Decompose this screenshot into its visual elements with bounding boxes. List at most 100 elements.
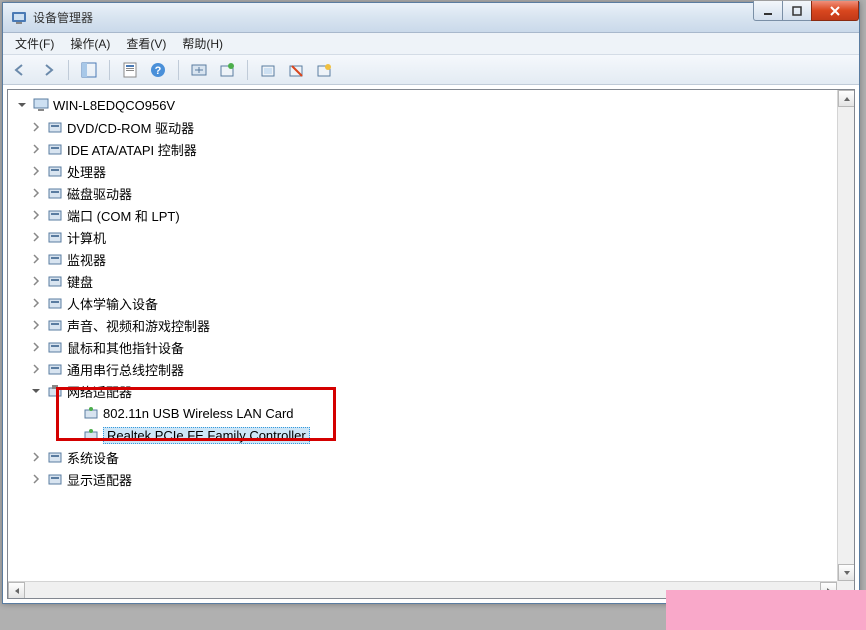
scan-hardware-button[interactable] <box>188 59 210 81</box>
expand-icon[interactable] <box>30 297 42 309</box>
category-label: 监视器 <box>67 250 106 269</box>
titlebar: 设备管理器 <box>3 3 859 33</box>
expand-icon[interactable] <box>30 341 42 353</box>
watermark-patch <box>666 590 866 630</box>
device-category-icon <box>47 317 63 333</box>
device-manager-window: 设备管理器 文件(F) 操作(A) 查看(V) 帮助(H) ? <box>2 2 860 604</box>
expand-icon[interactable] <box>30 209 42 221</box>
show-hide-tree-button[interactable] <box>78 59 100 81</box>
toolbar-separator <box>109 60 110 80</box>
device-category-icon <box>47 141 63 157</box>
tree-category-network[interactable]: 网络适配器 <box>30 380 854 402</box>
tree-category[interactable]: 监视器 <box>30 248 854 270</box>
toolbar-separator <box>68 60 69 80</box>
uninstall-button[interactable] <box>257 59 279 81</box>
tree-device-selected[interactable]: Realtek PCIe FE Family Controller <box>66 424 854 446</box>
computer-icon <box>33 97 49 113</box>
menu-action[interactable]: 操作(A) <box>62 33 118 54</box>
category-label: 端口 (COM 和 LPT) <box>67 206 180 225</box>
disable-button[interactable] <box>285 59 307 81</box>
app-icon <box>11 10 27 26</box>
toolbar-separator <box>247 60 248 80</box>
collapse-icon[interactable] <box>16 99 28 111</box>
tree-category[interactable]: IDE ATA/ATAPI 控制器 <box>30 138 854 160</box>
menubar: 文件(F) 操作(A) 查看(V) 帮助(H) <box>3 33 859 55</box>
tree-device[interactable]: 802.11n USB Wireless LAN Card <box>66 402 854 424</box>
device-category-icon <box>47 339 63 355</box>
expand-icon[interactable] <box>30 165 42 177</box>
scroll-up-button[interactable] <box>838 90 855 107</box>
maximize-button[interactable] <box>782 1 812 21</box>
tree-category[interactable]: 显示适配器 <box>30 468 854 490</box>
category-label: 键盘 <box>67 272 93 291</box>
category-label: 计算机 <box>67 228 106 247</box>
menu-help[interactable]: 帮助(H) <box>174 33 231 54</box>
tree-category[interactable]: DVD/CD-ROM 驱动器 <box>30 116 854 138</box>
device-label: 802.11n USB Wireless LAN Card <box>103 406 294 421</box>
category-label: DVD/CD-ROM 驱动器 <box>67 118 194 137</box>
expand-icon[interactable] <box>30 275 42 287</box>
tree-category[interactable]: 计算机 <box>30 226 854 248</box>
tree-category[interactable]: 声音、视频和游戏控制器 <box>30 314 854 336</box>
category-label: 网络适配器 <box>67 382 132 401</box>
network-adapter-icon <box>83 427 99 443</box>
back-button[interactable] <box>9 59 31 81</box>
tree-category[interactable]: 鼠标和其他指针设备 <box>30 336 854 358</box>
svg-text:?: ? <box>155 65 162 77</box>
device-category-icon <box>47 295 63 311</box>
menu-file[interactable]: 文件(F) <box>7 33 62 54</box>
device-category-icon <box>47 207 63 223</box>
tree-category[interactable]: 磁盘驱动器 <box>30 182 854 204</box>
spacer-icon <box>66 407 78 419</box>
device-category-icon <box>47 361 63 377</box>
expand-icon[interactable] <box>30 231 42 243</box>
tree-category[interactable]: 键盘 <box>30 270 854 292</box>
category-label: 显示适配器 <box>67 470 132 489</box>
close-button[interactable] <box>811 1 859 21</box>
expand-icon[interactable] <box>30 363 42 375</box>
network-adapter-icon <box>83 405 99 421</box>
vertical-scrollbar[interactable] <box>837 90 854 581</box>
scroll-down-button[interactable] <box>838 564 855 581</box>
toolbar-separator <box>178 60 179 80</box>
expand-icon[interactable] <box>30 473 42 485</box>
category-label: 声音、视频和游戏控制器 <box>67 316 210 335</box>
expand-icon[interactable] <box>30 319 42 331</box>
tree-category[interactable]: 通用串行总线控制器 <box>30 358 854 380</box>
device-tree[interactable]: WIN-L8EDQCO956V DVD/CD-ROM 驱动器 IDE ATA/AT… <box>8 90 854 494</box>
tree-category[interactable]: 系统设备 <box>30 446 854 468</box>
scroll-left-button[interactable] <box>8 582 25 599</box>
device-category-icon <box>47 273 63 289</box>
device-category-icon <box>47 119 63 135</box>
expand-icon[interactable] <box>30 451 42 463</box>
help-button[interactable]: ? <box>147 59 169 81</box>
minimize-button[interactable] <box>753 1 783 21</box>
update-driver-button[interactable] <box>216 59 238 81</box>
device-category-icon <box>47 163 63 179</box>
category-label: 鼠标和其他指针设备 <box>67 338 184 357</box>
tree-category[interactable]: 端口 (COM 和 LPT) <box>30 204 854 226</box>
properties-button[interactable] <box>119 59 141 81</box>
menu-view[interactable]: 查看(V) <box>118 33 174 54</box>
network-children: 802.11n USB Wireless LAN Card Realtek PC… <box>66 402 854 446</box>
tree-root[interactable]: WIN-L8EDQCO956V <box>16 94 854 116</box>
category-label: 通用串行总线控制器 <box>67 360 184 379</box>
category-label: IDE ATA/ATAPI 控制器 <box>67 140 197 159</box>
expand-icon[interactable] <box>30 121 42 133</box>
category-label: 处理器 <box>67 162 106 181</box>
category-label: 磁盘驱动器 <box>67 184 132 203</box>
expand-icon[interactable] <box>30 253 42 265</box>
expand-icon[interactable] <box>30 187 42 199</box>
tree-category[interactable]: 人体学输入设备 <box>30 292 854 314</box>
device-category-icon <box>47 185 63 201</box>
forward-button[interactable] <box>37 59 59 81</box>
device-tree-panel: WIN-L8EDQCO956V DVD/CD-ROM 驱动器 IDE ATA/AT… <box>7 89 855 599</box>
expand-icon[interactable] <box>30 143 42 155</box>
window-controls <box>754 1 859 21</box>
enable-button[interactable] <box>313 59 335 81</box>
collapse-icon[interactable] <box>30 385 42 397</box>
device-category-icon <box>47 229 63 245</box>
device-category-icon <box>47 449 63 465</box>
tree-category[interactable]: 处理器 <box>30 160 854 182</box>
tree-children: DVD/CD-ROM 驱动器 IDE ATA/ATAPI 控制器处理器磁盘驱动器端… <box>30 116 854 490</box>
